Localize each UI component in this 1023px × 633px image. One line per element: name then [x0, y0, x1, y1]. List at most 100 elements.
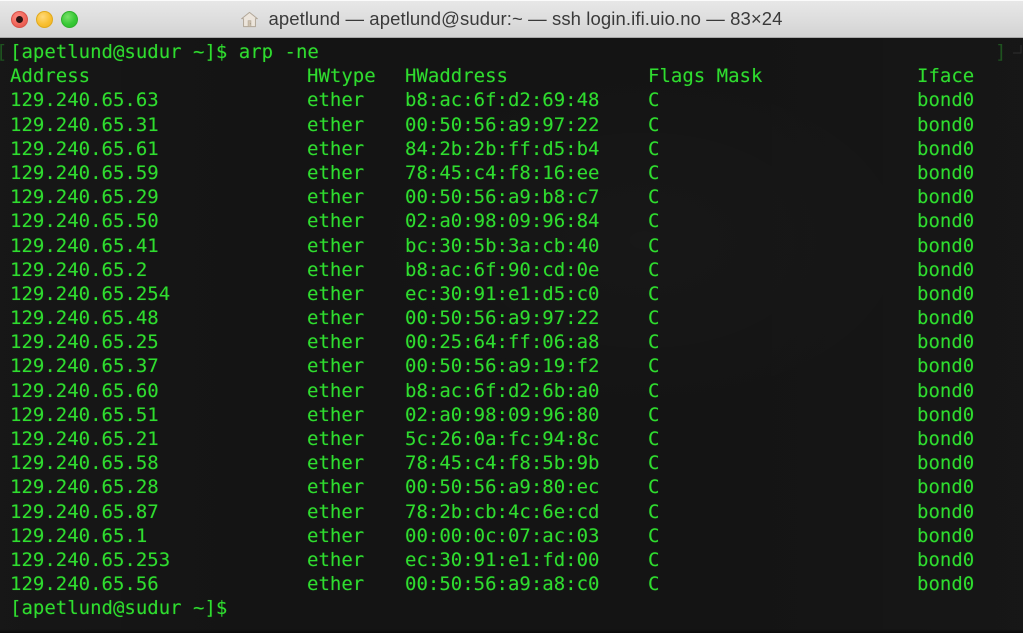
cell-flags: C: [648, 452, 660, 475]
arp-table-row: 129.240.65.63 ether b8:ac:6f:d2:69:48 Cbond…: [0, 88, 1023, 112]
wrap-marker-right: ]: [995, 41, 1007, 63]
header-iface: Iface: [917, 65, 975, 88]
cell-flags: C: [648, 161, 660, 184]
cell-address: 129.240.65.2: [10, 258, 148, 281]
terminal-screen: [[apetlund@sudur ~]$ arp -ne]AddressHWty…: [0, 38, 1023, 621]
cell-hwaddress: 78:2b:cb:4c:6e:cd: [405, 500, 600, 523]
cell-address: 129.240.65.28: [10, 476, 159, 499]
cell-hwaddress: 5c:26:0a:fc:94:8c: [405, 428, 600, 450]
cell-hwaddress: b8:ac:6f:d2:69:48: [405, 89, 600, 112]
cell-iface: bond0: [917, 428, 975, 450]
header-address: Address: [10, 65, 91, 88]
cell-flags: C: [648, 331, 660, 354]
cell-flags: C: [648, 307, 660, 330]
arp-table-row: 129.240.65.56 ether 00:50:56:a9:a8:c0 Cbond…: [0, 572, 1023, 596]
cell-flags: C: [648, 355, 660, 378]
cell-hwtype: ether: [307, 113, 365, 136]
cell-iface: bond0: [917, 210, 975, 233]
cell-hwtype: ether: [307, 161, 365, 184]
cell-hwtype: ether: [307, 186, 365, 209]
cell-hwaddress: b8:ac:6f:90:cd:0e: [405, 258, 600, 281]
cell-hwtype: ether: [307, 331, 365, 354]
cell-hwaddress: 78:45:c4:f8:5b:9b: [405, 452, 600, 475]
arp-table-row: 129.240.65.58 ether 78:45:c4:f8:5b:9b Cbond…: [0, 451, 1023, 475]
cell-iface: bond0: [917, 89, 975, 112]
cell-hwtype: ether: [307, 282, 365, 305]
cell-hwaddress: 00:25:64:ff:06:a8: [405, 331, 600, 354]
cell-address: 129.240.65.29: [10, 186, 159, 209]
cell-address: 129.240.65.63: [10, 89, 159, 112]
cell-flags: C: [648, 186, 660, 209]
terminal-command-line: [[apetlund@sudur ~]$ arp -ne]: [0, 40, 1023, 64]
cell-hwtype: ether: [307, 355, 365, 378]
cell-iface: bond0: [917, 186, 975, 209]
cell-hwaddress: 02:a0:98:09:96:84: [405, 210, 600, 233]
cell-iface: bond0: [917, 452, 975, 475]
cell-address: 129.240.65.254: [10, 282, 171, 305]
cell-iface: bond0: [917, 548, 975, 571]
home-icon: [240, 10, 259, 29]
cell-hwaddress: ec:30:91:e1:fd:00: [405, 548, 600, 571]
cell-hwaddress: 00:00:0c:07:ac:03: [405, 524, 600, 547]
cell-address: 129.240.65.1: [10, 524, 148, 547]
cell-hwtype: ether: [307, 258, 365, 281]
wrap-marker-left: [: [0, 40, 7, 64]
arp-table-row: 129.240.65.60 ether b8:ac:6f:d2:6b:a0 Cbond…: [0, 379, 1023, 403]
cell-flags: C: [648, 548, 660, 571]
terminal-body[interactable]: [[apetlund@sudur ~]$ arp -ne]AddressHWty…: [0, 38, 1023, 633]
cell-flags: C: [648, 524, 660, 547]
cell-flags: C: [648, 282, 660, 305]
cell-flags: C: [648, 573, 660, 596]
cell-address: 129.240.65.59: [10, 161, 159, 184]
cell-flags: C: [648, 113, 660, 136]
window-title: apetlund — apetlund@sudur:~ — ssh login.…: [268, 7, 783, 29]
cell-hwtype: ether: [307, 379, 365, 402]
close-button[interactable]: [11, 10, 28, 28]
cell-flags: C: [648, 137, 660, 160]
cell-hwaddress: 00:50:56:a9:b8:c7: [405, 186, 600, 209]
cell-address: 129.240.65.25: [10, 331, 159, 354]
arp-table-row: 129.240.65.1 ether 00:00:0c:07:ac:03 Cbond0: [0, 524, 1023, 548]
cell-hwtype: ether: [307, 403, 365, 426]
cell-hwaddress: bc:30:5b:3a:cb:40: [405, 234, 600, 257]
arp-table-row: 129.240.65.25 ether 00:25:64:ff:06:a8 Cbond…: [0, 330, 1023, 354]
cell-iface: bond0: [917, 258, 975, 281]
cell-iface: bond0: [917, 379, 975, 402]
cell-flags: C: [648, 210, 660, 233]
cell-address: 129.240.65.50: [10, 210, 159, 233]
cell-iface: bond0: [917, 476, 975, 499]
cell-flags: C: [648, 476, 660, 499]
cell-address: 129.240.65.48: [10, 307, 159, 330]
cell-hwtype: ether: [307, 428, 365, 450]
cell-address: 129.240.65.60: [10, 379, 159, 402]
cell-hwaddress: ec:30:91:e1:d5:c0: [405, 282, 600, 305]
arp-table-row: 129.240.65.59 ether 78:45:c4:f8:16:ee Cbond…: [0, 161, 1023, 185]
cell-flags: C: [648, 89, 660, 112]
cell-iface: bond0: [917, 282, 975, 305]
command-line-text: [apetlund@sudur ~]$ arp -ne: [10, 41, 319, 63]
arp-table-row: 129.240.65.21 ether 5c:26:0a:fc:94:8c Cbond…: [0, 427, 1023, 451]
arp-table-row: 129.240.65.87 ether 78:2b:cb:4c:6e:cd Cbond…: [0, 500, 1023, 524]
arp-table-row: 129.240.65.37 ether 00:50:56:a9:19:f2 Cbond…: [0, 354, 1023, 378]
arp-table-row: 129.240.65.2 ether b8:ac:6f:90:cd:0e Cbond0: [0, 258, 1023, 282]
cell-hwaddress: 84:2b:2b:ff:d5:b4: [405, 137, 600, 160]
arp-table-row: 129.240.65.31 ether 00:50:56:a9:97:22 Cbond…: [0, 113, 1023, 137]
cell-address: 129.240.65.51: [10, 403, 159, 426]
cell-flags: C: [648, 428, 660, 450]
cell-address: 129.240.65.37: [10, 355, 159, 378]
arp-table-row: 129.240.65.254 ether ec:30:91:e1:d5:c0 Cbon…: [0, 282, 1023, 306]
cell-iface: bond0: [917, 161, 975, 184]
minimize-button[interactable]: [36, 10, 53, 28]
arp-table-row: 129.240.65.41 ether bc:30:5b:3a:cb:40 Cbond…: [0, 234, 1023, 258]
titlebar-center: apetlund — apetlund@sudur:~ — ssh login.…: [0, 8, 1023, 30]
cell-address: 129.240.65.56: [10, 573, 159, 596]
maximize-button[interactable]: [61, 10, 78, 28]
cell-hwaddress: 02:a0:98:09:96:80: [405, 403, 600, 426]
cell-iface: bond0: [917, 113, 975, 136]
cell-address: 129.240.65.41: [10, 234, 159, 257]
cell-hwtype: ether: [307, 500, 365, 523]
cell-iface: bond0: [917, 331, 975, 354]
window-titlebar[interactable]: apetlund — apetlund@sudur:~ — ssh login.…: [0, 0, 1023, 38]
cell-flags: C: [648, 258, 660, 281]
cell-hwaddress: 78:45:c4:f8:16:ee: [405, 161, 600, 184]
